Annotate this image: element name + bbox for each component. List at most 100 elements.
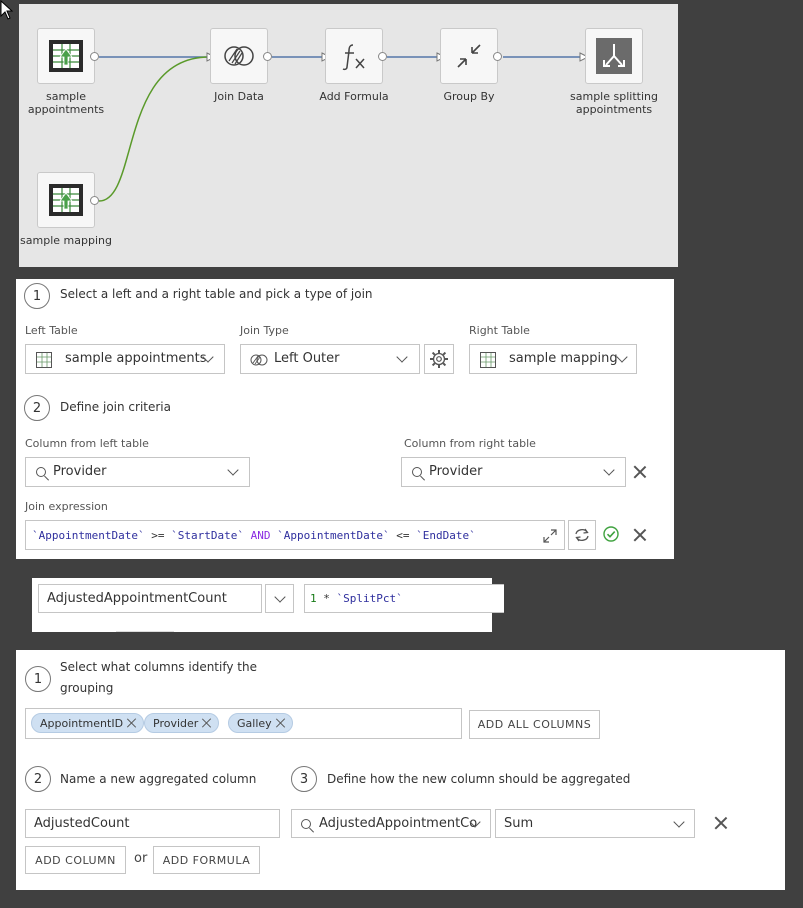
- edge-mapping-join: [98, 56, 210, 202]
- step-number: 1: [25, 666, 51, 692]
- expression-token: `EndDate`: [416, 529, 483, 542]
- formula-expression-editor[interactable]: 1 * `SplitPct`: [304, 584, 504, 613]
- right-column-value: Provider: [429, 464, 483, 479]
- clear-expression-icon[interactable]: [633, 528, 647, 542]
- formula-token: 1: [310, 592, 317, 605]
- step-number: 2: [25, 766, 51, 792]
- formula-expression-code: 1 * `SplitPct`: [310, 592, 403, 605]
- refresh-icon: [575, 528, 589, 542]
- table-icon: [49, 40, 83, 72]
- new-column-name-input[interactable]: AdjustedCount: [25, 809, 280, 838]
- join-type-label: Join Type: [240, 324, 289, 337]
- chevron-down-icon: [673, 816, 685, 828]
- output-port[interactable]: [263, 52, 272, 61]
- formula-icon: [342, 44, 365, 71]
- chevron-down-icon: [227, 464, 239, 476]
- node-label-group-by: Group By: [443, 90, 495, 103]
- step-number: 3: [291, 766, 317, 792]
- formula-panel: AdjustedAppointmentCount 1 * `SplitPct`: [32, 578, 504, 632]
- add-formula-button[interactable]: ADD FORMULA: [153, 846, 260, 874]
- valid-check-icon: [603, 526, 619, 542]
- join-type-select[interactable]: Left Outer: [240, 344, 420, 374]
- right-table-value: sample mapping: [509, 351, 618, 366]
- expression-token: <=: [389, 529, 417, 542]
- join-expression-label: Join expression: [25, 500, 108, 513]
- step-instruction: Select a left and a right table and pick…: [60, 287, 373, 301]
- group-columns-input[interactable]: AppointmentID Provider Galley: [25, 708, 462, 739]
- node-label-sample-mapping: sample mapping: [20, 234, 112, 247]
- chip-label: Galley: [237, 716, 272, 730]
- expression-token: `AppointmentDate`: [32, 529, 145, 542]
- table-icon: [36, 352, 52, 368]
- join-expression-editor[interactable]: `AppointmentDate` >= `StartDate` AND `Ap…: [25, 520, 565, 550]
- aggregate-function-select[interactable]: Sum: [495, 809, 695, 838]
- add-all-columns-button[interactable]: ADD ALL COLUMNS: [469, 710, 600, 739]
- flow-canvas[interactable]: sample appointments Join Data Add Formul…: [19, 4, 678, 267]
- output-port[interactable]: [90, 196, 99, 205]
- search-icon: [301, 819, 311, 829]
- node-sample-appointments[interactable]: [37, 28, 95, 84]
- remove-criteria-icon[interactable]: [633, 465, 647, 479]
- aggregate-function-value: Sum: [504, 816, 534, 831]
- chevron-down-icon: [616, 351, 628, 363]
- divider: [116, 631, 174, 632]
- left-column-select[interactable]: Provider: [25, 457, 250, 487]
- join-expression-code: `AppointmentDate` >= `StartDate` AND `Ap…: [32, 529, 482, 542]
- step-instruction-line: Select what columns identify the: [60, 660, 257, 674]
- refresh-button[interactable]: [568, 520, 596, 550]
- chevron-down-icon: [274, 591, 286, 603]
- column-chip[interactable]: Galley: [228, 713, 293, 733]
- right-column-select[interactable]: Provider: [401, 457, 626, 487]
- step-number: 2: [24, 395, 50, 421]
- chip-label: AppointmentID: [40, 716, 124, 730]
- node-sample-mapping[interactable]: [37, 172, 95, 228]
- formula-column-dropdown[interactable]: [265, 584, 294, 613]
- node-label-add-formula: Add Formula: [319, 90, 389, 103]
- left-column-value: Provider: [53, 464, 107, 479]
- aggregate-source-select[interactable]: AdjustedAppointmentCo: [291, 809, 491, 838]
- node-label-join-data: Join Data: [214, 90, 264, 103]
- node-group-by[interactable]: [440, 28, 498, 84]
- aggregate-source-value: AdjustedAppointmentCo: [319, 816, 478, 831]
- output-port[interactable]: [493, 52, 502, 61]
- formula-column-name-value: AdjustedAppointmentCount: [47, 591, 227, 606]
- left-table-select[interactable]: sample appointments: [25, 344, 225, 374]
- node-label-sample-splitting-appointments: sample splitting appointments: [570, 90, 658, 116]
- remove-chip-icon[interactable]: [202, 718, 212, 728]
- formula-token: *: [316, 592, 337, 605]
- chevron-down-icon: [603, 464, 615, 476]
- left-table-value: sample appointments: [65, 351, 207, 366]
- remove-aggregation-icon[interactable]: [714, 816, 728, 830]
- chevron-down-icon: [396, 351, 408, 363]
- formula-token: `SplitPct`: [336, 592, 403, 605]
- expression-token: >=: [144, 529, 172, 542]
- gear-icon: [430, 350, 448, 368]
- expression-token: `StartDate`: [171, 529, 244, 542]
- join-type-value: Left Outer: [274, 351, 340, 366]
- group-by-icon: [457, 44, 481, 68]
- output-port[interactable]: [90, 52, 99, 61]
- remove-chip-icon[interactable]: [127, 718, 137, 728]
- chip-label: Provider: [153, 716, 199, 730]
- node-add-formula[interactable]: [325, 28, 383, 84]
- join-icon: [250, 354, 268, 366]
- expand-icon[interactable]: [542, 528, 558, 544]
- column-chip[interactable]: AppointmentID: [31, 713, 145, 733]
- join-config-panel: 1 Select a left and a right table and pi…: [16, 279, 674, 559]
- add-column-button[interactable]: ADD COLUMN: [25, 846, 126, 874]
- step-number: 1: [24, 283, 50, 309]
- step-instruction-line: grouping: [60, 681, 114, 695]
- table-icon: [49, 184, 83, 216]
- output-port[interactable]: [378, 52, 387, 61]
- join-settings-button[interactable]: [424, 344, 454, 374]
- step-instruction: Define how the new column should be aggr…: [327, 772, 631, 786]
- or-label: or: [134, 851, 148, 866]
- node-join-data[interactable]: [210, 28, 268, 84]
- right-table-label: Right Table: [469, 324, 530, 337]
- node-sample-splitting-appointments[interactable]: [585, 28, 643, 84]
- remove-chip-icon[interactable]: [276, 718, 286, 728]
- formula-column-name-input[interactable]: AdjustedAppointmentCount: [38, 584, 262, 613]
- right-table-select[interactable]: sample mapping: [469, 344, 637, 374]
- table-icon: [480, 352, 496, 368]
- column-chip[interactable]: Provider: [144, 713, 220, 733]
